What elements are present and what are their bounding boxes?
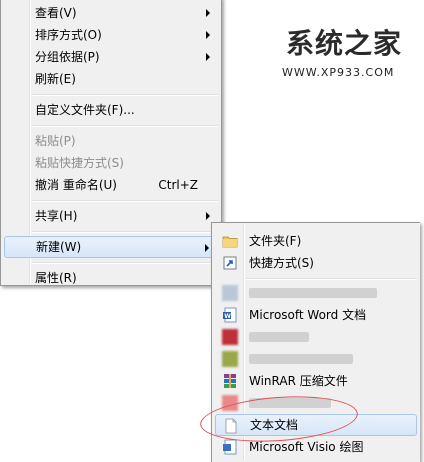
submenu-arrow-icon [205,244,209,252]
submenu-item-word-document[interactable]: W Microsoft Word 文档 [215,304,417,326]
menu-item-label: 分组依据(P) [35,50,100,64]
menu-item-label: 刷新(E) [35,72,76,86]
submenu-item-shortcut[interactable]: 快捷方式(S) [215,252,417,274]
menu-separator [32,200,218,202]
menu-item-label: 新建(W) [36,240,82,254]
menu-separator [32,231,218,233]
menu-item-label: 查看(V) [35,6,77,20]
blurred-label [249,332,309,342]
menu-item-share[interactable]: 共享(H) [4,205,218,227]
menu-item-view[interactable]: 查看(V) [4,2,218,24]
menu-item-label: 文件夹(F) [249,234,302,248]
submenu-item-winrar[interactable]: WinRAR 压缩文件 [215,370,417,392]
menu-item-label: 粘贴快捷方式(S) [35,156,124,170]
menu-item-label: 自定义文件夹(F)... [35,103,135,117]
menu-item-label: Microsoft Word 文档 [249,308,367,322]
menu-separator [32,262,218,264]
word-document-icon: W [223,307,237,323]
menu-item-properties[interactable]: 属性(R) [4,267,218,289]
menu-item-label: 粘贴(P) [35,134,76,148]
folder-icon [222,236,238,248]
logo-text: 系统之家 [286,27,403,60]
blurred-label [249,288,377,298]
menu-item-label: WinRAR 压缩文件 [249,374,348,388]
menu-item-new[interactable]: 新建(W) [4,236,218,258]
submenu-arrow-icon [206,31,210,39]
menu-item-label: 撤消 重命名(U) [35,178,117,192]
menu-item-label: 共享(H) [35,209,78,223]
desktop-context-menu: 查看(V) 排序方式(O) 分组依据(P) 刷新(E) 自定义文件夹(F)...… [0,0,222,286]
blurred-app-icon [222,285,238,301]
menu-separator [32,94,218,96]
menu-item-undo-rename[interactable]: 撤消 重命名(U) Ctrl+Z [4,174,218,196]
winrar-icon [224,374,236,388]
menu-item-paste: 粘贴(P) [4,130,218,152]
menu-item-label: 属性(R) [35,271,77,285]
submenu-arrow-icon [206,9,210,17]
submenu-arrow-icon [206,212,210,220]
menu-separator [246,278,417,280]
menu-item-label: 快捷方式(S) [249,256,314,270]
menu-item-group-by[interactable]: 分组依据(P) [4,46,218,68]
submenu-item-blurred[interactable] [215,326,417,348]
logo-url: WWW.XP933.COM [282,66,395,79]
submenu-item-folder[interactable]: 文件夹(F) [215,230,417,252]
blurred-app-icon [222,351,238,367]
menu-item-paste-shortcut: 粘贴快捷方式(S) [4,152,218,174]
blurred-label [249,354,353,364]
blurred-app-icon [222,329,238,345]
menu-item-label: Microsoft Visio 绘图 [249,440,364,454]
menu-item-sort-by[interactable]: 排序方式(O) [4,24,218,46]
submenu-arrow-icon [206,53,210,61]
submenu-item-blurred[interactable] [215,282,417,304]
menu-item-label: 排序方式(O) [35,28,102,42]
menu-item-customize-folder[interactable]: 自定义文件夹(F)... [4,99,218,121]
submenu-item-blurred[interactable] [215,348,417,370]
shortcut-icon [223,256,237,270]
menu-separator [32,125,218,127]
watermark-logo: 系统之家 WWW.XP933.COM [272,20,422,80]
menu-item-refresh[interactable]: 刷新(E) [4,68,218,90]
visio-drawing-icon [223,439,237,455]
menu-item-shortcut: Ctrl+Z [158,178,198,192]
svg-text:W: W [224,313,231,320]
